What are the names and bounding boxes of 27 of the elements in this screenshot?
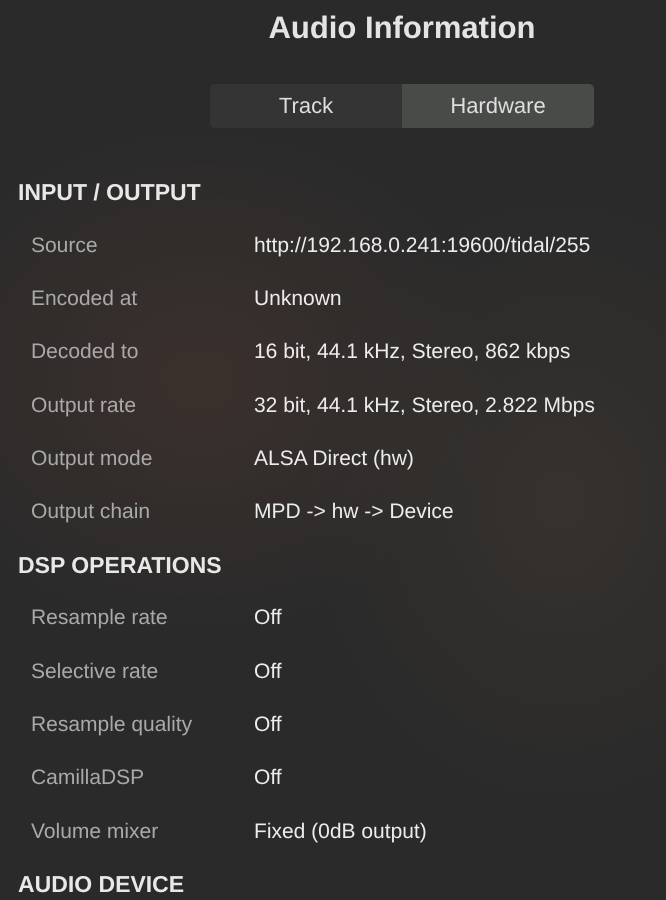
field-value: http://192.168.0.241:19600/tidal/255 (254, 234, 590, 258)
field-label: Resample rate (30, 606, 169, 630)
dialog-title: Audio Information (268, 9, 536, 47)
field-value: Fixed (0dB output) (254, 820, 427, 844)
field-label: Output mode (30, 446, 154, 471)
section-heading: INPUT / OUTPUT (17, 178, 202, 207)
field-value: Off (254, 660, 282, 684)
field-value: 32 bit, 44.1 kHz, Stereo, 2.822 Mbps (254, 394, 595, 418)
field-label: Output chain (30, 500, 152, 524)
field-value: 16 bit, 44.1 kHz, Stereo, 862 kbps (254, 340, 570, 364)
field-label: Resample quality (30, 713, 194, 738)
field-value: Off (254, 606, 282, 630)
section-heading: AUDIO DEVICE (17, 870, 186, 900)
field-value: Off (254, 713, 282, 738)
field-label: Volume mixer (30, 820, 160, 844)
field-label: Source (30, 234, 99, 258)
field-label: Decoded to (30, 340, 140, 364)
field-label: Encoded at (30, 286, 138, 311)
field-label: Output rate (30, 394, 138, 418)
section-heading: DSP OPERATIONS (17, 550, 223, 580)
field-label: Selective rate (30, 660, 160, 684)
field-label: CamillaDSP (30, 766, 146, 790)
field-value: Unknown (254, 286, 342, 311)
field-value: ALSA Direct (hw) (254, 446, 414, 471)
field-value: Off (254, 766, 282, 790)
field-value: MPD -> hw -> Device (254, 500, 454, 524)
tab[interactable]: Hardware (402, 84, 594, 128)
